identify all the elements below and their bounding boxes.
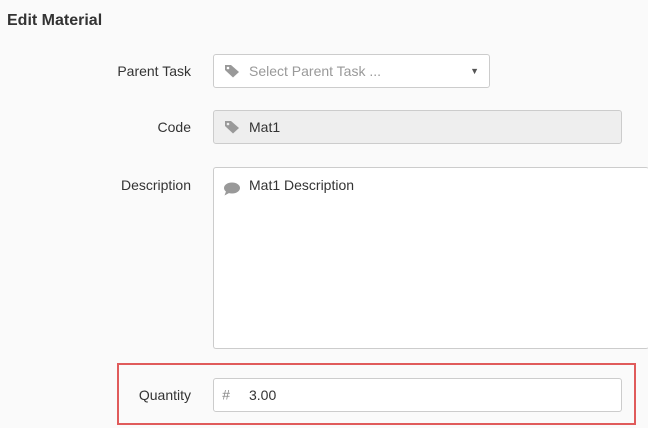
- parent-task-placeholder: Select Parent Task ...: [249, 63, 382, 79]
- code-label: Code: [157, 119, 191, 135]
- description-textarea[interactable]: Mat1 Description: [213, 167, 648, 349]
- description-value: Mat1 Description: [249, 177, 355, 193]
- code-input[interactable]: Mat1: [213, 110, 622, 144]
- tag-icon: [225, 121, 239, 134]
- parent-task-label: Parent Task: [117, 63, 191, 79]
- quantity-highlight-box: [117, 363, 636, 425]
- dropdown-caret-icon[interactable]: ▼: [470, 66, 479, 76]
- tag-icon: [225, 65, 239, 78]
- parent-task-select[interactable]: Select Parent Task ... ▼: [213, 54, 490, 88]
- code-value: Mat1: [249, 119, 281, 135]
- description-label: Description: [120, 177, 191, 193]
- comment-icon: [224, 182, 240, 196]
- page-title: Edit Material: [7, 12, 103, 29]
